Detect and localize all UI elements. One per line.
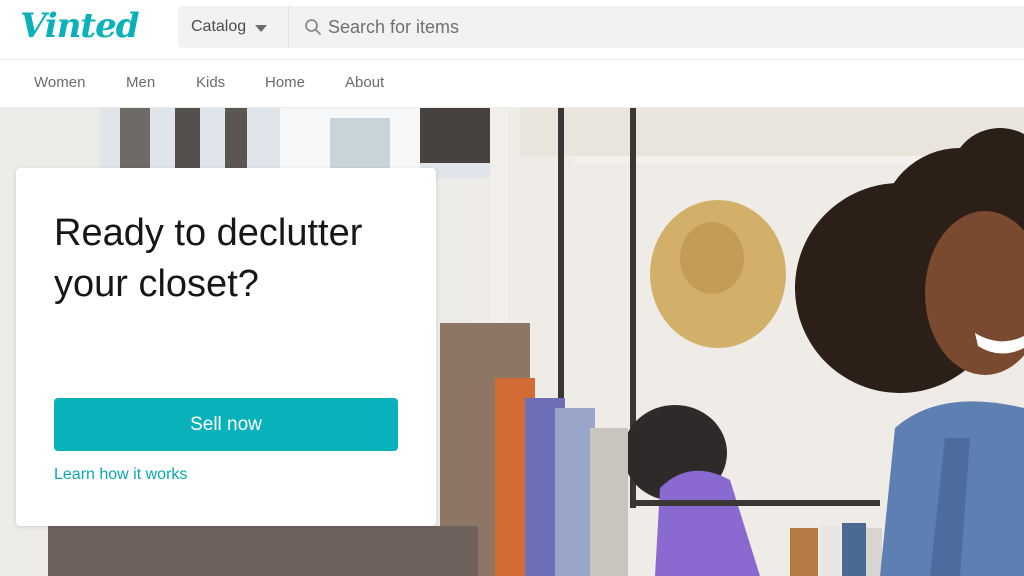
header: Vinted Catalog <box>0 0 1024 59</box>
hero-card: Ready to declutter your closet? Sell now… <box>16 168 436 526</box>
nav-item-home[interactable]: Home <box>265 74 305 91</box>
nav-item-about[interactable]: About <box>345 74 384 91</box>
search-bar: Catalog <box>178 6 1024 48</box>
search-input[interactable] <box>328 6 1008 48</box>
catalog-dropdown[interactable]: Catalog <box>178 6 289 48</box>
nav-item-men[interactable]: Men <box>126 74 155 91</box>
search-icon <box>305 19 321 35</box>
hero-title: Ready to declutter your closet? <box>54 212 363 305</box>
nav-item-women[interactable]: Women <box>34 74 85 91</box>
nav-item-kids[interactable]: Kids <box>196 74 225 91</box>
caret-down-icon <box>255 24 268 32</box>
sell-now-button[interactable]: Sell now <box>54 398 398 451</box>
catalog-label: Catalog <box>191 18 247 35</box>
vinted-logo[interactable]: Vinted <box>20 6 140 46</box>
learn-how-it-works-link[interactable]: Learn how it works <box>54 466 187 484</box>
category-nav: Women Men Kids Home About <box>0 59 1024 108</box>
